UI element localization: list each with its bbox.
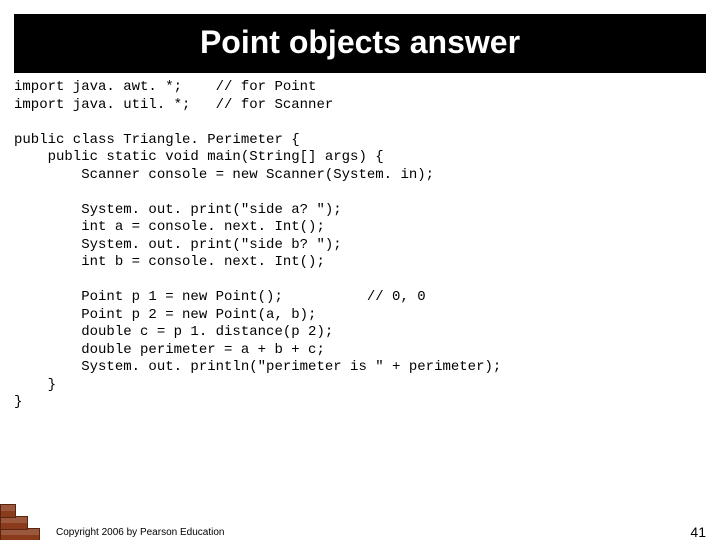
slide-title: Point objects answer	[14, 14, 706, 73]
copyright-footer: Copyright 2006 by Pearson Education	[56, 527, 224, 538]
stair-graphic	[0, 498, 56, 540]
page-number: 41	[690, 524, 706, 540]
code-listing: import java. awt. *; // for Point import…	[14, 79, 720, 412]
stair-step	[0, 504, 16, 518]
stair-step	[0, 516, 28, 530]
